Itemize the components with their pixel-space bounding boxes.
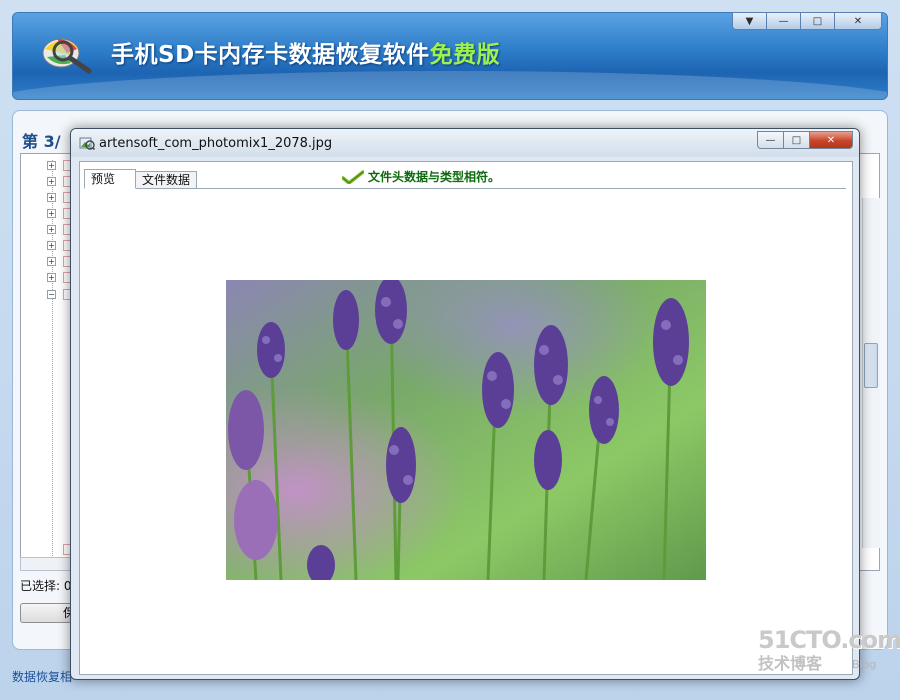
tree-expander[interactable]: + xyxy=(47,273,56,282)
lavender-image-preview xyxy=(226,280,706,580)
dialog-window-controls: — □ ✕ xyxy=(757,131,853,149)
image-file-icon xyxy=(79,137,95,150)
status-message: 文件头数据与类型相符。 xyxy=(368,170,501,184)
maximize-button[interactable]: □ xyxy=(800,12,834,30)
tab-file-data[interactable]: 文件数据 xyxy=(135,171,198,189)
status-text: 数据恢复相 xyxy=(12,670,73,684)
dialog-minimize-button[interactable]: — xyxy=(757,131,783,149)
dialog-maximize-button[interactable]: □ xyxy=(783,131,809,149)
watermark: 51CTO.com 技术博客 Blog xyxy=(758,626,900,674)
tree-expander[interactable]: − xyxy=(47,290,56,299)
tree-expander[interactable]: + xyxy=(47,161,56,170)
header-check-status: 文件头数据与类型相符。 xyxy=(342,168,500,185)
app-title-free: 免费版 xyxy=(429,42,501,68)
tab-preview[interactable]: 预览 xyxy=(84,169,136,189)
tab-strip-line xyxy=(84,188,846,189)
step-label: 第 3/ xyxy=(22,132,61,151)
tree-expander[interactable]: + xyxy=(47,193,56,202)
app-title: 手机SD卡内存卡数据恢复软件免费版 xyxy=(111,42,501,68)
dialog-titlebar[interactable]: artensoft_com_photomix1_2078.jpg — □ ✕ xyxy=(71,129,859,157)
tree-expander[interactable]: + xyxy=(47,177,56,186)
dialog-content: 预览 文件数据 文件头数据与类型相符。 xyxy=(79,161,853,675)
file-preview-dialog: artensoft_com_photomix1_2078.jpg — □ ✕ 预… xyxy=(70,128,860,680)
dialog-close-button[interactable]: ✕ xyxy=(809,131,853,149)
close-button[interactable]: ✕ xyxy=(834,12,882,30)
window-controls: ▼ — □ ✕ xyxy=(732,12,882,30)
tree-expander[interactable]: + xyxy=(47,257,56,266)
minimize-button[interactable]: — xyxy=(766,12,800,30)
tree-connector xyxy=(52,160,53,558)
tree-expander[interactable]: + xyxy=(47,225,56,234)
scrollbar-thumb[interactable] xyxy=(864,343,878,388)
checkmark-icon xyxy=(342,169,364,184)
watermark-blog: Blog xyxy=(852,658,877,671)
dialog-title: artensoft_com_photomix1_2078.jpg xyxy=(99,136,333,151)
magnifier-disk-icon xyxy=(42,38,92,74)
dropdown-button[interactable]: ▼ xyxy=(732,12,766,30)
tree-expander[interactable]: + xyxy=(47,241,56,250)
selected-count-label: 已选择: 0 xyxy=(20,579,72,593)
tree-expander[interactable]: + xyxy=(47,209,56,218)
